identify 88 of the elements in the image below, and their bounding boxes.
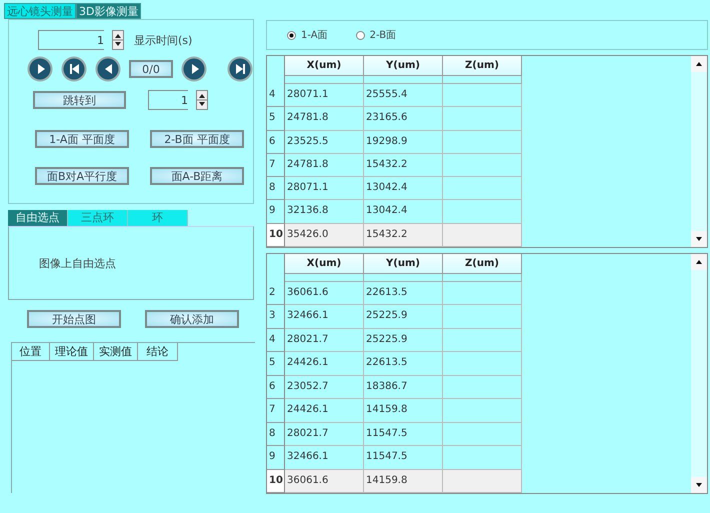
scrollbar[interactable] <box>691 56 707 247</box>
table-cell: 22613.5 <box>364 282 443 306</box>
column-header: 实测值 <box>94 343 138 361</box>
row-header[interactable]: 10 <box>267 470 285 494</box>
column-header: X(um) <box>285 56 364 76</box>
row-header[interactable]: 8 <box>267 177 285 200</box>
row-header[interactable]: 7 <box>267 154 285 178</box>
mode-tab[interactable]: 3D影像测量 <box>76 3 142 19</box>
table-cell: 24426.1 <box>285 352 364 376</box>
number-field[interactable]: 1 <box>38 30 104 50</box>
table-cell: 14159.8 <box>364 470 443 494</box>
measure-button[interactable]: 面B对A平行度 <box>35 167 129 185</box>
column-header: X(um) <box>285 254 364 274</box>
column-header: Z(um) <box>443 254 522 274</box>
row-header[interactable]: 10 <box>267 224 285 248</box>
table-cell: 28021.7 <box>285 328 364 352</box>
number-field[interactable]: 1 <box>148 90 188 110</box>
table-cell: 15432.2 <box>364 224 443 248</box>
scrollbar[interactable] <box>691 254 707 493</box>
table-cell: 28071.1 <box>285 84 364 108</box>
table-cell: 28021.7 <box>285 422 364 446</box>
row-header[interactable]: 8 <box>267 422 285 446</box>
scroll-up-icon[interactable] <box>691 56 707 72</box>
table-cell: 36061.6 <box>285 470 364 494</box>
table-cell: 15432.2 <box>364 154 443 178</box>
table-cell: 25555.4 <box>364 84 443 108</box>
column-header: Y(um) <box>364 56 443 76</box>
table-cell: 35426.0 <box>285 224 364 248</box>
row-header[interactable]: 7 <box>267 399 285 423</box>
table-cell: 22613.5 <box>364 352 443 376</box>
column-header: 结论 <box>138 343 178 361</box>
next-button[interactable] <box>181 56 207 82</box>
table-cell: 23165.6 <box>364 107 443 131</box>
table-cell: 23525.5 <box>285 130 364 154</box>
measure-button[interactable]: 2-B面 平面度 <box>150 130 244 148</box>
column-header: Z(um) <box>443 56 522 76</box>
scroll-down-icon[interactable] <box>691 231 707 247</box>
row-header[interactable]: 3 <box>267 305 285 329</box>
row-header[interactable]: 4 <box>267 328 285 352</box>
row-header[interactable]: 4 <box>267 84 285 108</box>
table-cell: 24426.1 <box>285 399 364 423</box>
row-header[interactable]: 5 <box>267 107 285 131</box>
row-header[interactable]: 9 <box>267 200 285 224</box>
display-time-label: 显示时间(s) <box>134 32 192 48</box>
table-cell: 28071.1 <box>285 177 364 200</box>
table-cell: 11547.5 <box>364 422 443 446</box>
table-cell: 25225.9 <box>364 328 443 352</box>
row-header[interactable]: 9 <box>267 446 285 470</box>
table-cell: 19298.9 <box>364 130 443 154</box>
play-button[interactable] <box>27 56 53 82</box>
mode-tab[interactable]: 远心镜头测量 <box>4 3 76 19</box>
point-tab[interactable]: 三点环 <box>68 210 128 226</box>
skip-end-button[interactable] <box>227 56 253 82</box>
row-header[interactable]: 6 <box>267 376 285 400</box>
table-cell: 24781.8 <box>285 154 364 178</box>
skip-start-button[interactable] <box>61 56 87 82</box>
counter-button[interactable]: 0/0 <box>129 60 173 78</box>
surface-radio[interactable]: 2-B面 <box>356 28 396 42</box>
table-cell: 25225.9 <box>364 305 443 329</box>
row-header[interactable]: 2 <box>267 282 285 306</box>
radio-icon[interactable] <box>287 30 296 40</box>
measure-button[interactable]: 面A-B距离 <box>150 167 244 185</box>
table-cell: 36061.6 <box>285 282 364 306</box>
action-button[interactable]: 开始点图 <box>27 310 121 328</box>
column-header: Y(um) <box>364 254 443 274</box>
table-cell: 18386.7 <box>364 376 443 400</box>
point-tab[interactable]: 自由选点 <box>8 210 68 226</box>
row-header[interactable]: 5 <box>267 352 285 376</box>
point-tab[interactable]: 环 <box>128 210 188 226</box>
scroll-down-icon[interactable] <box>691 477 707 493</box>
table-cell: 13042.4 <box>364 177 443 200</box>
surface-radio[interactable]: 1-A面 <box>287 28 328 42</box>
table-cell: 23052.7 <box>285 376 364 400</box>
column-header: 理论值 <box>50 343 94 361</box>
scroll-up-icon[interactable] <box>691 254 707 270</box>
spinner-arrows-icon[interactable] <box>112 30 124 50</box>
hint-text: 图像上自由选点 <box>39 256 116 270</box>
spinner-arrows-icon[interactable] <box>196 90 208 110</box>
table-cell: 24781.8 <box>285 107 364 131</box>
column-header: 位置 <box>12 343 50 361</box>
measure-button[interactable]: 1-A面 平面度 <box>35 130 129 148</box>
jump-button[interactable]: 跳转到 <box>33 91 126 109</box>
previous-button[interactable] <box>95 56 121 82</box>
radio-icon[interactable] <box>356 30 365 40</box>
table-cell: 14159.8 <box>364 399 443 423</box>
row-header[interactable]: 6 <box>267 130 285 154</box>
table-cell: 32466.1 <box>285 305 364 329</box>
action-button[interactable]: 确认添加 <box>145 310 239 328</box>
